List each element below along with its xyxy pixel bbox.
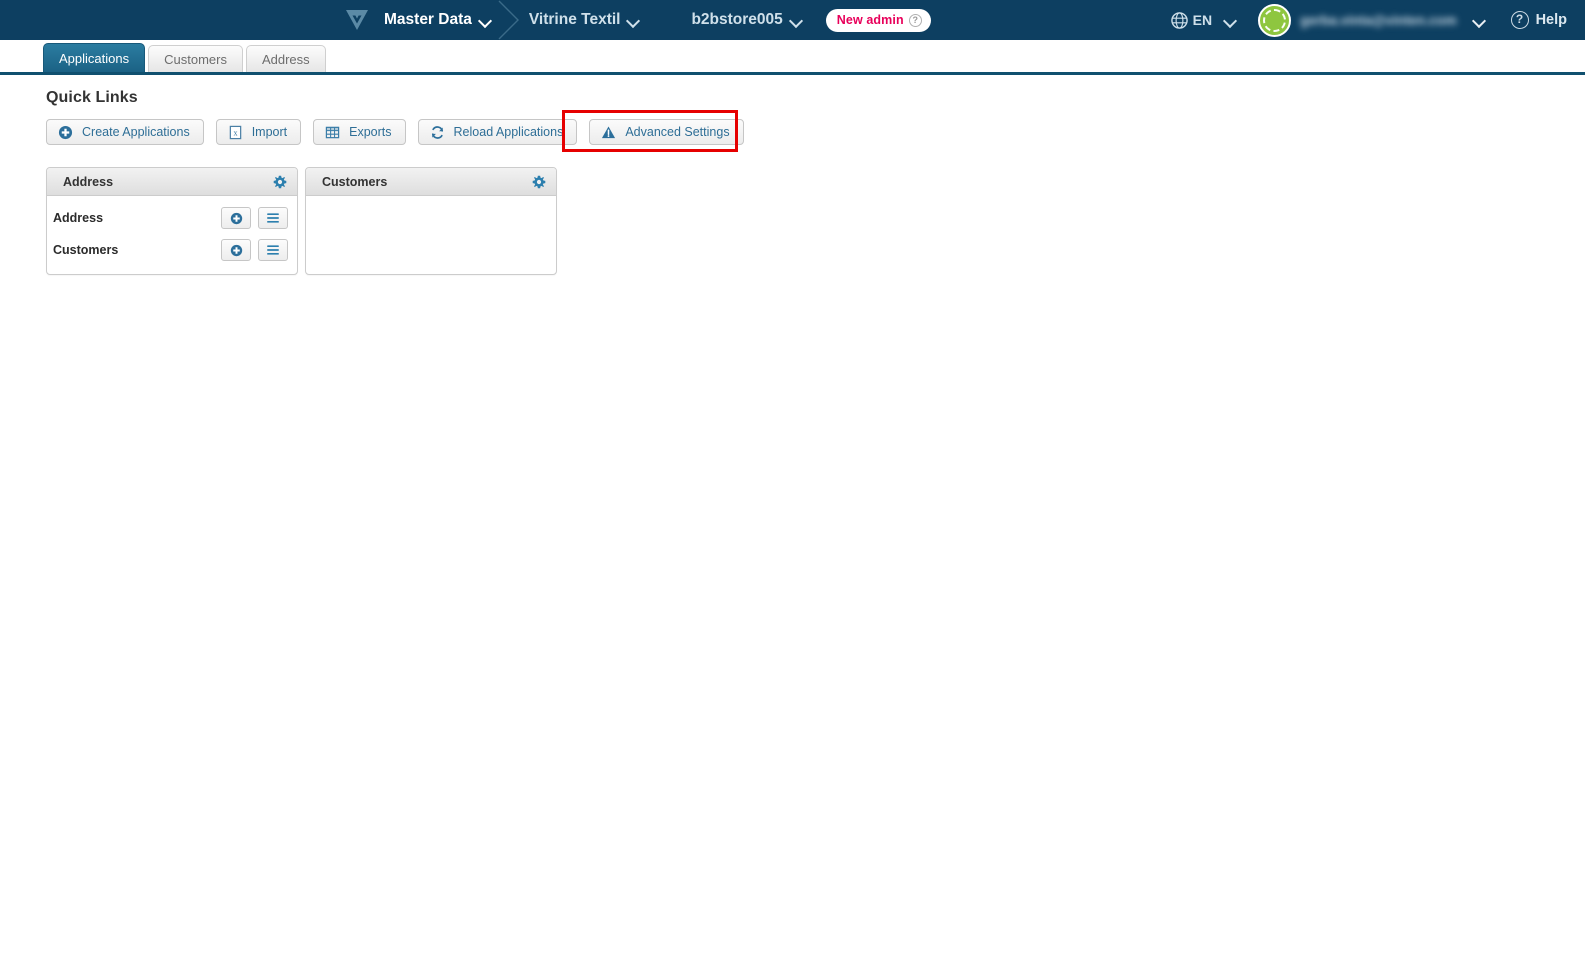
chevron-down-icon	[791, 15, 802, 26]
breadcrumb-vitrine-textil-label: Vitrine Textil	[528, 11, 621, 28]
panel-row-customers-label: Customers	[53, 243, 119, 257]
breadcrumb-b2bstore005-label: b2bstore005	[691, 11, 783, 28]
breadcrumb-master-data-label: Master Data	[384, 11, 472, 28]
refresh-icon	[431, 125, 443, 139]
gear-icon[interactable]	[273, 175, 287, 189]
exports-button[interactable]: Exports	[313, 119, 406, 145]
chevron-down-icon	[628, 15, 639, 26]
language-selector[interactable]: EN	[1170, 11, 1236, 29]
spreadsheet-import-icon: x	[229, 125, 241, 139]
panel-row-customers: Customers	[47, 234, 297, 266]
plus-circle-icon	[58, 125, 73, 139]
panel-customers-body	[306, 196, 556, 248]
tab-address[interactable]: Address	[245, 45, 326, 72]
create-applications-button[interactable]: Create Applications	[46, 119, 204, 145]
customers-menu-button[interactable]	[258, 239, 288, 261]
user-menu[interactable]: gerba.vinta@vinten.com	[1258, 3, 1485, 37]
new-admin-badge-label: New admin	[836, 13, 904, 27]
reload-applications-label: Reload Applications	[453, 125, 564, 139]
avatar	[1258, 3, 1292, 37]
add-customers-button[interactable]	[221, 239, 251, 261]
list-menu-icon	[267, 213, 279, 223]
tab-customers-label: Customers	[164, 51, 227, 67]
panel-address-header: Address	[47, 168, 297, 196]
warning-triangle-icon	[602, 126, 616, 138]
page-title: Quick Links	[46, 89, 138, 106]
plus-circle-icon	[230, 212, 242, 224]
import-label: Import	[251, 125, 288, 139]
table-grid-icon	[325, 126, 340, 138]
breadcrumb-vitrine-textil[interactable]: Vitrine Textil	[527, 0, 642, 40]
panel-customers-header: Customers	[306, 168, 556, 196]
chevron-down-icon	[480, 15, 491, 26]
panel-customers-title: Customers	[322, 174, 388, 189]
panel-address-body: Address Customers	[47, 196, 297, 274]
import-button[interactable]: x Import	[215, 119, 302, 145]
breadcrumb-b2bstore005[interactable]: b2bstore005	[689, 0, 803, 40]
breadcrumb-master-data[interactable]: Master Data	[382, 0, 493, 40]
help-button[interactable]: ? Help	[1510, 11, 1567, 29]
brand-mark-svg	[346, 10, 368, 30]
new-admin-badge[interactable]: New admin ?	[825, 8, 931, 32]
panel-customers: Customers	[305, 167, 557, 275]
plus-circle-icon	[230, 244, 242, 256]
advanced-settings-label: Advanced Settings	[625, 125, 730, 139]
panel-row-address: Address	[47, 202, 297, 234]
tab-customers[interactable]: Customers	[148, 45, 243, 72]
breadcrumb-separator	[493, 0, 527, 40]
list-menu-icon	[267, 245, 279, 255]
question-mark-icon[interactable]: ?	[908, 13, 922, 27]
globe-icon	[1170, 11, 1188, 29]
main-content: Quick Links Create Applications x Import…	[0, 75, 1585, 275]
chevron-down-icon	[1474, 15, 1485, 26]
user-email-label: gerba.vinta@vinten.com	[1300, 12, 1457, 28]
advanced-settings-button[interactable]: Advanced Settings	[589, 119, 744, 145]
quick-links-toolbar: Create Applications x Import Exports Rel…	[46, 110, 1585, 152]
add-address-button[interactable]	[221, 207, 251, 229]
address-menu-button[interactable]	[258, 207, 288, 229]
tab-strip: Applications Customers Address	[0, 40, 1585, 75]
panel-row-address-label: Address	[53, 211, 104, 225]
reload-applications-button[interactable]: Reload Applications	[417, 119, 578, 145]
vitrine-triangle-logo-icon[interactable]	[340, 5, 374, 35]
question-circle-icon: ?	[1510, 11, 1529, 29]
quick-links-panels: Address Address Customers Customers	[46, 167, 1585, 275]
exports-label: Exports	[349, 125, 392, 139]
help-label: Help	[1535, 12, 1567, 28]
top-header-bar: Master Data Vitrine Textil b2bstore005 N…	[0, 0, 1585, 40]
gear-icon[interactable]	[532, 175, 546, 189]
tab-address-label: Address	[261, 51, 310, 67]
tab-applications-label: Applications	[59, 50, 130, 66]
svg-text:x: x	[233, 128, 237, 137]
panel-address: Address Address Customers	[46, 167, 298, 275]
panel-address-title: Address	[63, 174, 114, 189]
create-applications-label: Create Applications	[82, 125, 190, 139]
chevron-down-icon	[1225, 15, 1236, 26]
language-label: EN	[1192, 12, 1213, 28]
tab-applications[interactable]: Applications	[43, 43, 146, 72]
